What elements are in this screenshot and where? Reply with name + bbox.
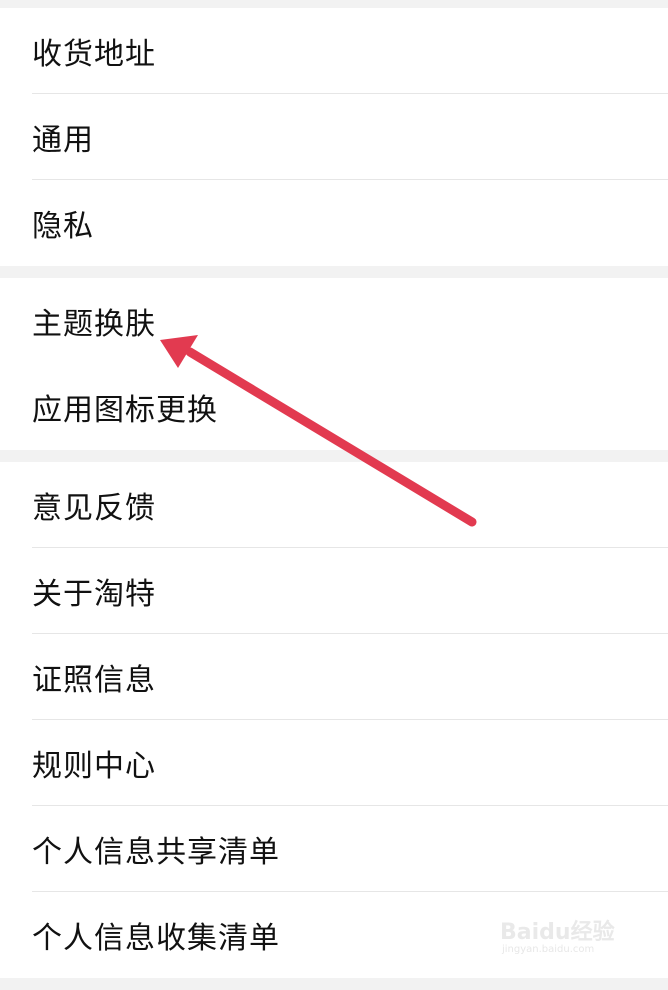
menu-item-label: 关于淘特 [32, 577, 156, 612]
section-gap [0, 450, 668, 462]
menu-item-label: 隐私 [32, 209, 94, 244]
settings-group-about: 意见反馈 关于淘特 证照信息 规则中心 个人信息共享清单 个人信息收集清单 [0, 462, 668, 978]
menu-item-label: 通用 [32, 123, 94, 158]
menu-item-rules-center[interactable]: 规则中心 [0, 720, 668, 806]
top-gap [0, 0, 668, 8]
menu-item-license-info[interactable]: 证照信息 [0, 634, 668, 720]
menu-item-feedback[interactable]: 意见反馈 [0, 462, 668, 548]
menu-item-info-collection-list[interactable]: 个人信息收集清单 [0, 892, 668, 978]
section-gap [0, 266, 668, 278]
menu-item-label: 证照信息 [32, 663, 156, 698]
menu-item-label: 主题换肤 [32, 307, 156, 342]
menu-item-privacy[interactable]: 隐私 [0, 180, 668, 266]
menu-item-about-taote[interactable]: 关于淘特 [0, 548, 668, 634]
menu-item-label: 意见反馈 [32, 491, 156, 526]
menu-item-label: 个人信息收集清单 [32, 921, 280, 956]
menu-item-label: 应用图标更换 [32, 393, 218, 428]
settings-group-appearance: 主题换肤 应用图标更换 [0, 278, 668, 450]
menu-item-app-icon-change[interactable]: 应用图标更换 [0, 364, 668, 450]
menu-item-info-sharing-list[interactable]: 个人信息共享清单 [0, 806, 668, 892]
bottom-gap [0, 978, 668, 988]
menu-item-label: 个人信息共享清单 [32, 835, 280, 870]
menu-item-label: 收货地址 [32, 37, 156, 72]
menu-item-theme-skin[interactable]: 主题换肤 [0, 278, 668, 364]
menu-item-general[interactable]: 通用 [0, 94, 668, 180]
menu-item-label: 规则中心 [32, 749, 156, 784]
settings-group-account: 收货地址 通用 隐私 [0, 8, 668, 266]
menu-item-shipping-address[interactable]: 收货地址 [0, 8, 668, 94]
